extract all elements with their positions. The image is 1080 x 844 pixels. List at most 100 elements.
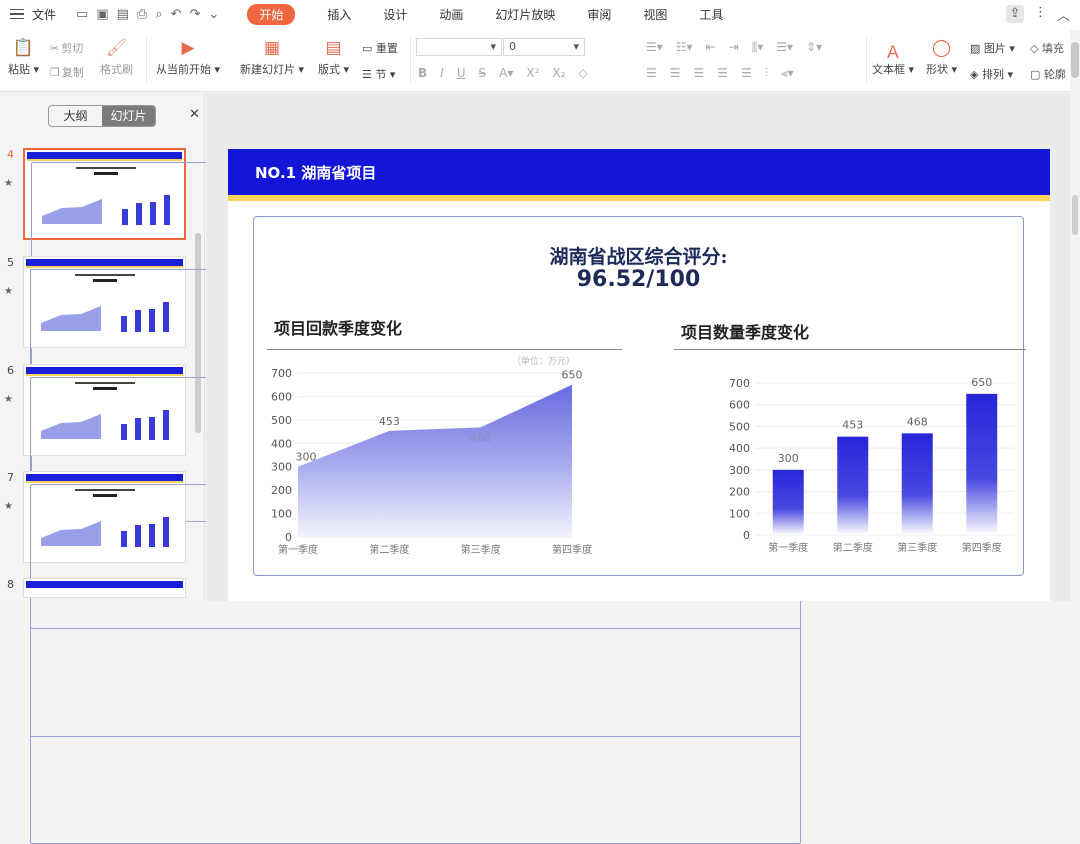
cut-button[interactable]: ✂ 剪切 (50, 40, 83, 56)
x-tick-label: 第三季度 (461, 543, 501, 556)
superscript-icon[interactable]: X² (526, 66, 539, 80)
slide-thumbnail[interactable] (23, 578, 186, 598)
customize-icon[interactable]: ⌄ (208, 7, 219, 22)
window-controls: ⇪ ⋮ ︿ (1005, 5, 1070, 24)
format-painter-button[interactable]: 🖌 格式刷 (100, 38, 133, 77)
y-tick-label: 400 (729, 442, 750, 455)
paste-button[interactable]: 📋 粘贴 ▾ (8, 38, 39, 77)
fill-button[interactable]: ◇ 填充 (1030, 40, 1064, 56)
outline-tab[interactable]: 大纲 (49, 106, 102, 126)
export-pdf-icon[interactable]: ▤ (117, 7, 129, 22)
tab-review[interactable]: 审阅 (587, 6, 611, 23)
star-icon: ★ (4, 178, 13, 189)
section-button[interactable]: ☰ 节 ▾ (362, 66, 395, 82)
tab-tools[interactable]: 工具 (699, 6, 723, 23)
print-icon[interactable]: ⎙ (137, 7, 147, 22)
distribute-icon[interactable]: ☰ (741, 66, 752, 81)
y-tick-label: 200 (729, 486, 750, 499)
clear-format-icon[interactable]: ◇ (578, 66, 587, 80)
line-spacing-icon[interactable]: ⇕▾ (806, 40, 822, 55)
open-folder-icon[interactable]: ▭ (76, 7, 88, 22)
outline-button[interactable]: ▢ 轮廓 (1030, 66, 1066, 82)
canvas-scrollbar-thumb[interactable] (1072, 195, 1078, 235)
main-scrollbar[interactable] (1070, 30, 1080, 601)
outline-icon: ▢ (1030, 68, 1041, 81)
slide-thumbnail[interactable] (23, 471, 801, 844)
strikethrough-icon[interactable]: S (479, 66, 487, 80)
bar-chart: 0 100 200 300 400 500 600 700 300 第一季度 453 第二季度 468 第… (729, 376, 1014, 554)
from-current-label: 从当前开始 (156, 63, 211, 76)
score-title: 湖南省战区综合评分: (549, 246, 728, 268)
increase-indent-icon[interactable]: ⇥ (729, 40, 739, 55)
from-current-button[interactable]: ▶ 从当前开始 ▾ (156, 38, 220, 77)
redo-icon[interactable]: ↷ (190, 7, 201, 22)
decrease-indent-icon[interactable]: ⇤ (706, 40, 716, 55)
star-icon: ★ (4, 394, 13, 405)
slides-tab[interactable]: 幻灯片 (102, 106, 155, 126)
textbox-button[interactable]: Ａ 文本框 ▾ (872, 38, 914, 77)
columns-icon[interactable]: ⫶ (765, 66, 768, 81)
layout-button[interactable]: ▤ 版式 ▾ (318, 38, 349, 77)
font-size-select[interactable]: 0 ▾ (503, 38, 585, 56)
tab-animation[interactable]: 动画 (439, 6, 463, 23)
close-icon[interactable]: ✕ (189, 107, 200, 122)
align-text-icon[interactable]: ☰▾ (776, 40, 793, 55)
new-slide-label: 新建幻灯片 (240, 63, 295, 76)
layout-icon: ▤ (325, 38, 342, 58)
print-preview-icon[interactable]: ⌕ (155, 7, 162, 22)
arrange-button[interactable]: ◈ 排列 ▾ (970, 66, 1013, 82)
bold-icon[interactable]: B (418, 66, 427, 80)
tab-insert[interactable]: 插入 (327, 6, 351, 23)
italic-icon[interactable]: I (440, 66, 444, 80)
reset-button[interactable]: ▭ 重置 (362, 40, 398, 56)
x-tick-label: 第一季度 (278, 543, 318, 556)
save-icon[interactable]: ▣ (96, 7, 108, 22)
area-chart: 0 100 200 300 400 500 600 700 300 第一季度 453 第二季度 468 第… (271, 367, 592, 556)
bullet-list-icon[interactable]: ☰▾ (646, 40, 663, 55)
subscript-icon[interactable]: X₂ (552, 66, 565, 80)
bar (901, 433, 933, 535)
align-left-icon[interactable]: ☰ (646, 66, 657, 81)
share-icon[interactable]: ⇪ (1005, 5, 1024, 23)
arrange-icon: ◈ (970, 68, 979, 81)
tab-slideshow[interactable]: 幻灯片放映 (495, 6, 555, 23)
slide-thumbnail[interactable] (23, 364, 801, 737)
slide[interactable]: NO.1 湖南省项目 湖南省战区综合评分: 96.52/100 项目回款季度变化… (228, 149, 1050, 601)
scrollbar-thumb[interactable] (1071, 42, 1079, 78)
picture-button[interactable]: ▨ 图片 ▾ (970, 40, 1015, 56)
align-center-icon[interactable]: ☰ (670, 66, 681, 81)
menu-file[interactable]: 文件 (32, 6, 56, 23)
more-icon[interactable]: ⋮ (1034, 5, 1047, 24)
collapse-ribbon-icon[interactable]: ︿ (1057, 5, 1070, 24)
section-icon: ☰ (362, 68, 372, 81)
y-tick-label: 100 (729, 507, 750, 520)
text-direction-icon[interactable]: ⫼▾ (752, 40, 764, 55)
header-accent-bar (228, 195, 1050, 201)
align-right-icon[interactable]: ☰ (694, 66, 705, 81)
slide-thumbnail[interactable] (23, 148, 802, 522)
copy-icon: ❐ (50, 66, 60, 79)
numbered-list-icon[interactable]: ☷▾ (676, 40, 693, 55)
copy-button[interactable]: ❐ 复制 (50, 64, 84, 80)
paste-icon: 📋 (12, 38, 35, 58)
y-tick-label: 0 (743, 529, 750, 542)
data-label: 650 (562, 369, 583, 382)
data-label: 468 (907, 415, 928, 428)
valign-icon[interactable]: ⫷▾ (781, 66, 794, 81)
undo-icon[interactable]: ↶ (171, 7, 182, 22)
slide-thumbnail[interactable] (23, 256, 801, 629)
new-slide-button[interactable]: ▦ 新建幻灯片 ▾ (240, 38, 304, 77)
tab-home[interactable]: 开始 (247, 3, 296, 25)
slide-number: 4 (7, 148, 14, 161)
shape-button[interactable]: ◯ 形状 ▾ (926, 38, 957, 77)
underline-icon[interactable]: U (457, 66, 466, 80)
menu-icon[interactable] (10, 6, 24, 23)
play-icon: ▶ (181, 38, 195, 58)
font-color-icon[interactable]: A▾ (499, 66, 513, 80)
tab-design[interactable]: 设计 (383, 6, 407, 23)
y-tick-label: 300 (729, 464, 750, 477)
section-label: 节 (375, 68, 387, 81)
justify-icon[interactable]: ☰ (717, 66, 728, 81)
font-family-select[interactable]: ▾ (416, 38, 502, 56)
tab-view[interactable]: 视图 (643, 6, 667, 23)
